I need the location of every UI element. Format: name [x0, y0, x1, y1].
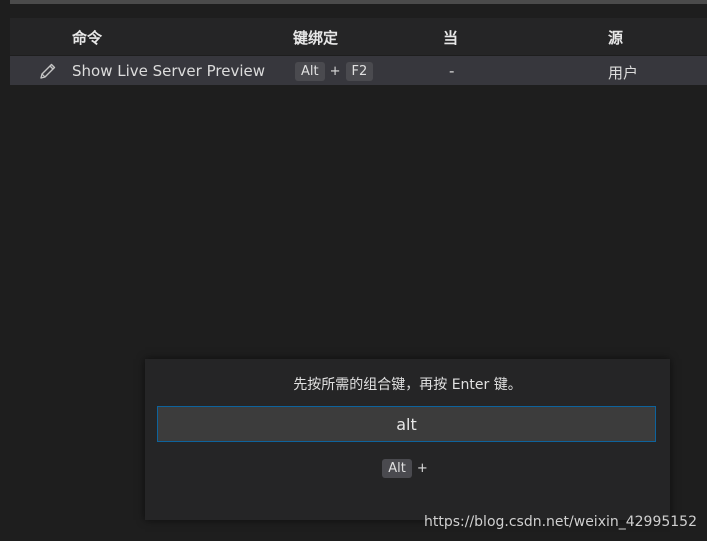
- pencil-icon[interactable]: [38, 61, 58, 81]
- header-when[interactable]: 当: [443, 27, 458, 48]
- captured-key-alt: Alt: [382, 459, 412, 478]
- captured-key-separator: +: [416, 461, 428, 476]
- key-separator: +: [329, 64, 341, 79]
- key-alt: Alt: [295, 62, 325, 81]
- keyboard-shortcuts-editor: 命令 键绑定 当 源 Show Live Server Preview Alt +…: [0, 0, 707, 541]
- captured-keys: Alt +: [145, 457, 670, 478]
- scrollbar-strip[interactable]: [10, 0, 707, 4]
- table-header: 命令 键绑定 当 源: [10, 18, 707, 55]
- table-row[interactable]: Show Live Server Preview Alt + F2 - 用户: [10, 56, 707, 85]
- key-f2: F2: [345, 62, 374, 81]
- keybinding-input[interactable]: [157, 406, 656, 442]
- header-command[interactable]: 命令: [72, 27, 102, 48]
- dialog-instruction: 先按所需的组合键，再按 Enter 键。: [293, 377, 522, 393]
- watermark: https://blog.csdn.net/weixin_42995152: [423, 514, 697, 530]
- source-value: 用户: [608, 64, 639, 82]
- header-source[interactable]: 源: [608, 27, 623, 48]
- command-label: Show Live Server Preview: [72, 62, 265, 80]
- when-value: -: [449, 62, 455, 80]
- header-keybinding[interactable]: 键绑定: [293, 27, 338, 48]
- keybinding-cell: Alt + F2: [295, 61, 374, 81]
- define-keybinding-dialog: 先按所需的组合键，再按 Enter 键。 Alt +: [145, 359, 670, 520]
